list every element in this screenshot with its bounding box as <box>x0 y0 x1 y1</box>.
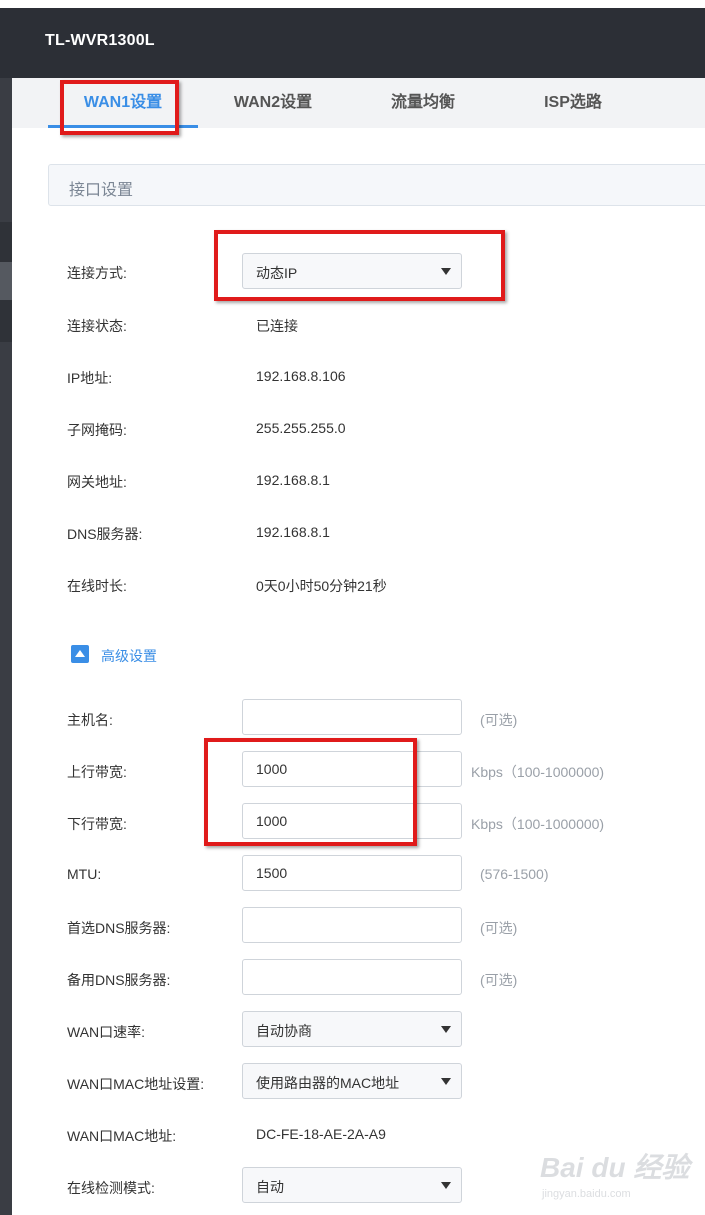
watermark-text: Bai du 经验 <box>540 1152 690 1183</box>
upstream-label: 上行带宽: <box>67 764 127 780</box>
alternate-dns-input[interactable] <box>242 959 462 995</box>
wan-mac-setting-select[interactable]: 使用路由器的MAC地址 <box>242 1063 462 1099</box>
tab-isp-routing[interactable]: ISP选路 <box>498 78 648 128</box>
connection-state-value: 已连接 <box>256 318 298 334</box>
hostname-input[interactable] <box>242 699 462 735</box>
dns-label: DNS服务器: <box>67 526 143 542</box>
hostname-hint: (可选) <box>480 712 518 728</box>
gateway-label: 网关地址: <box>67 474 127 490</box>
collapse-icon <box>71 645 89 663</box>
wan-mac-value: DC-FE-18-AE-2A-A9 <box>256 1126 386 1142</box>
wan-speed-value: 自动协商 <box>256 1023 312 1039</box>
alternate-dns-label: 备用DNS服务器: <box>67 972 171 988</box>
upstream-bandwidth-input[interactable] <box>242 751 462 787</box>
downstream-label: 下行带宽: <box>67 816 127 832</box>
alternate-dns-hint: (可选) <box>480 972 518 988</box>
preferred-dns-label: 首选DNS服务器: <box>67 920 171 936</box>
top-bar: TL-WVR1300L <box>0 8 705 78</box>
chevron-down-icon <box>441 1182 451 1189</box>
preferred-dns-input[interactable] <box>242 907 462 943</box>
upstream-hint: Kbps（100-1000000) <box>471 764 605 780</box>
connection-type-value: 动态IP <box>256 265 298 281</box>
downstream-bandwidth-input[interactable] <box>242 803 462 839</box>
mtu-hint: (576-1500) <box>480 866 549 882</box>
left-sidebar-strip <box>0 78 12 1215</box>
device-title: TL-WVR1300L <box>45 32 155 49</box>
tab-load-balance[interactable]: 流量均衡 <box>348 78 498 128</box>
connection-type-select[interactable]: 动态IP <box>242 253 462 289</box>
detect-mode-value: 自动 <box>256 1179 284 1195</box>
downstream-hint: Kbps（100-1000000) <box>471 816 605 832</box>
tab-wan1[interactable]: WAN1设置 <box>48 78 198 128</box>
watermark-url: jingyan.baidu.com <box>542 1188 631 1200</box>
detect-mode-select[interactable]: 自动 <box>242 1167 462 1203</box>
preferred-dns-hint: (可选) <box>480 920 518 936</box>
detect-mode-label: 在线检测模式: <box>67 1180 155 1196</box>
mask-value: 255.255.255.0 <box>256 420 346 436</box>
chevron-down-icon <box>441 1078 451 1085</box>
wan-mac-label: WAN口MAC地址: <box>67 1128 177 1144</box>
uptime-value: 0天0小时50分钟21秒 <box>256 578 387 594</box>
connection-state-label: 连接状态: <box>67 318 127 334</box>
gateway-value: 192.168.8.1 <box>256 472 330 488</box>
hostname-label: 主机名: <box>67 712 113 728</box>
wan-mac-setting-label: WAN口MAC地址设置: <box>67 1076 205 1092</box>
mtu-input[interactable] <box>242 855 462 891</box>
wan-speed-label: WAN口速率: <box>67 1024 146 1040</box>
watermark-logo: Bai du 经验 jingyan.baidu.com <box>540 1138 690 1208</box>
mask-label: 子网掩码: <box>67 422 127 438</box>
advanced-settings-label: 高级设置 <box>101 648 157 664</box>
chevron-down-icon <box>441 268 451 275</box>
wan-speed-select[interactable]: 自动协商 <box>242 1011 462 1047</box>
dns-value: 192.168.8.1 <box>256 524 330 540</box>
sidebar-active-item[interactable] <box>0 262 12 300</box>
chevron-down-icon <box>441 1026 451 1033</box>
wan-mac-setting-value: 使用路由器的MAC地址 <box>256 1075 400 1091</box>
uptime-label: 在线时长: <box>67 578 127 594</box>
connection-type-label: 连接方式: <box>67 265 127 281</box>
ip-label: IP地址: <box>67 370 113 386</box>
section-title: 接口设置 <box>69 182 134 199</box>
tab-bar: WAN1设置 WAN2设置 流量均衡 ISP选路 <box>12 78 705 128</box>
mtu-label: MTU: <box>67 866 102 882</box>
tab-wan2[interactable]: WAN2设置 <box>198 78 348 128</box>
section-header: 接口设置 <box>48 164 705 206</box>
ip-value: 192.168.8.106 <box>256 368 346 384</box>
